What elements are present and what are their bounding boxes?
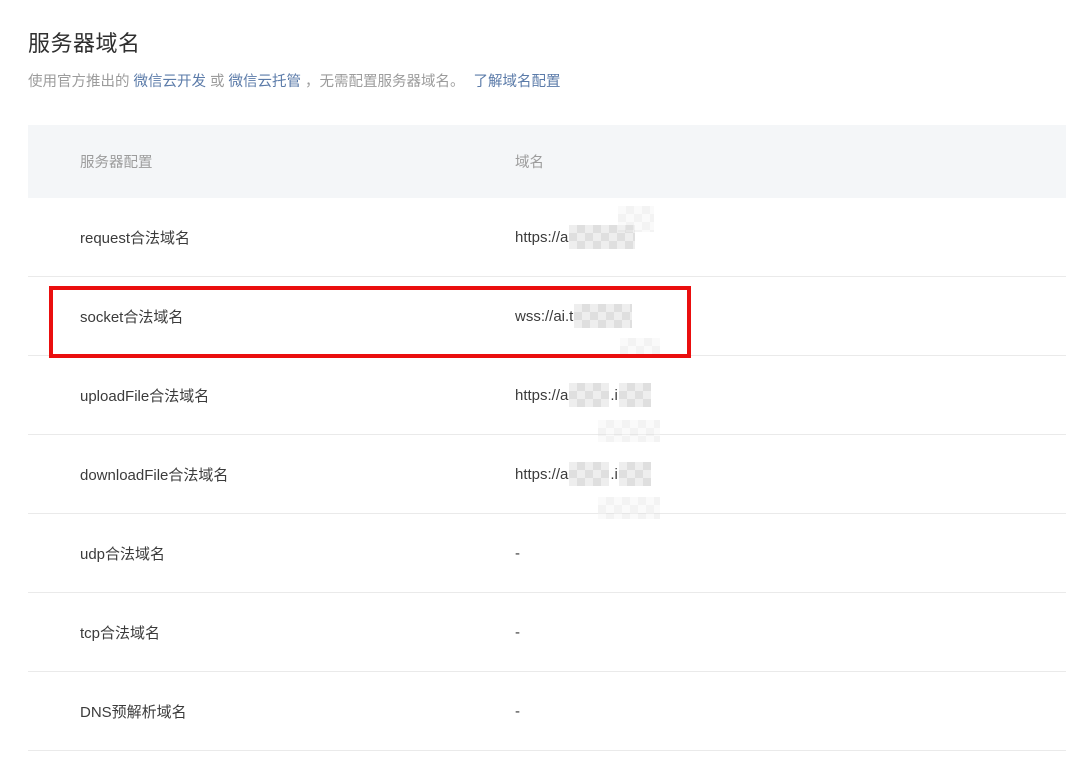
link-weixin-cloud-hosting[interactable]: 微信云托管	[229, 74, 302, 90]
row-domain-cell: https://a	[515, 225, 1066, 249]
censored-block	[619, 462, 651, 486]
domain-text: .i	[610, 387, 618, 404]
link-learn-domain-config[interactable]: 了解域名配置	[474, 74, 561, 90]
row-config-label: udp合法域名	[28, 543, 515, 564]
table-row: request合法域名 https://a	[28, 198, 1066, 277]
table-row: downloadFile合法域名 https://a .i	[28, 435, 1066, 514]
header-domain: 域名	[515, 151, 1066, 172]
header-server-config: 服务器配置	[28, 151, 515, 172]
row-config-label: request合法域名	[28, 227, 515, 248]
table-row: tcp合法域名 -	[28, 593, 1066, 672]
subtitle-conjunction-text: 或	[210, 74, 225, 90]
row-domain-cell: -	[515, 545, 1066, 562]
table-row: DNS预解析域名 -	[28, 672, 1066, 751]
row-config-label: uploadFile合法域名	[28, 385, 515, 406]
censored-block	[569, 383, 609, 407]
table-row: socket合法域名 wss://ai.t	[28, 277, 1066, 356]
domain-text: https://a	[515, 387, 568, 404]
censored-block	[569, 462, 609, 486]
server-domain-page: 服务器域名 使用官方推出的微信云开发或微信云托管，无需配置服务器域名。了解域名配…	[0, 0, 1066, 759]
domain-text: https://a	[515, 229, 568, 246]
row-domain-cell: https://a .i	[515, 383, 1066, 407]
row-domain-cell: wss://ai.t	[515, 304, 1066, 328]
domain-text: .i	[610, 466, 618, 483]
domain-table: 服务器配置 域名 request合法域名 https://a socket合法域…	[28, 125, 1066, 751]
table-header-row: 服务器配置 域名	[28, 125, 1066, 198]
domain-text: -	[515, 703, 520, 720]
row-domain-cell: -	[515, 624, 1066, 641]
mosaic-artifact	[620, 338, 660, 354]
page-subtitle: 使用官方推出的微信云开发或微信云托管，无需配置服务器域名。了解域名配置	[28, 70, 565, 91]
row-domain-cell: https://a .i	[515, 462, 1066, 486]
censored-block	[619, 383, 651, 407]
table-row: uploadFile合法域名 https://a .i	[28, 356, 1066, 435]
mosaic-artifact	[598, 420, 660, 442]
row-config-label: socket合法域名	[28, 306, 515, 327]
table-body: request合法域名 https://a socket合法域名 wss://a…	[28, 198, 1066, 751]
mosaic-artifact	[598, 497, 660, 519]
table-row: udp合法域名 -	[28, 514, 1066, 593]
censored-block	[574, 304, 632, 328]
row-config-label: downloadFile合法域名	[28, 464, 515, 485]
link-weixin-cloud-dev[interactable]: 微信云开发	[134, 74, 207, 90]
domain-text: -	[515, 545, 520, 562]
row-config-label: DNS预解析域名	[28, 701, 515, 722]
page-title: 服务器域名	[28, 26, 141, 58]
subtitle-prefix-text: 使用官方推出的	[28, 74, 130, 90]
domain-text: wss://ai.t	[515, 308, 573, 325]
row-config-label: tcp合法域名	[28, 622, 515, 643]
mosaic-artifact	[618, 206, 654, 232]
domain-text: -	[515, 624, 520, 641]
subtitle-suffix-text: ，无需配置服务器域名。	[305, 74, 465, 90]
row-domain-cell: -	[515, 703, 1066, 720]
domain-text: https://a	[515, 466, 568, 483]
